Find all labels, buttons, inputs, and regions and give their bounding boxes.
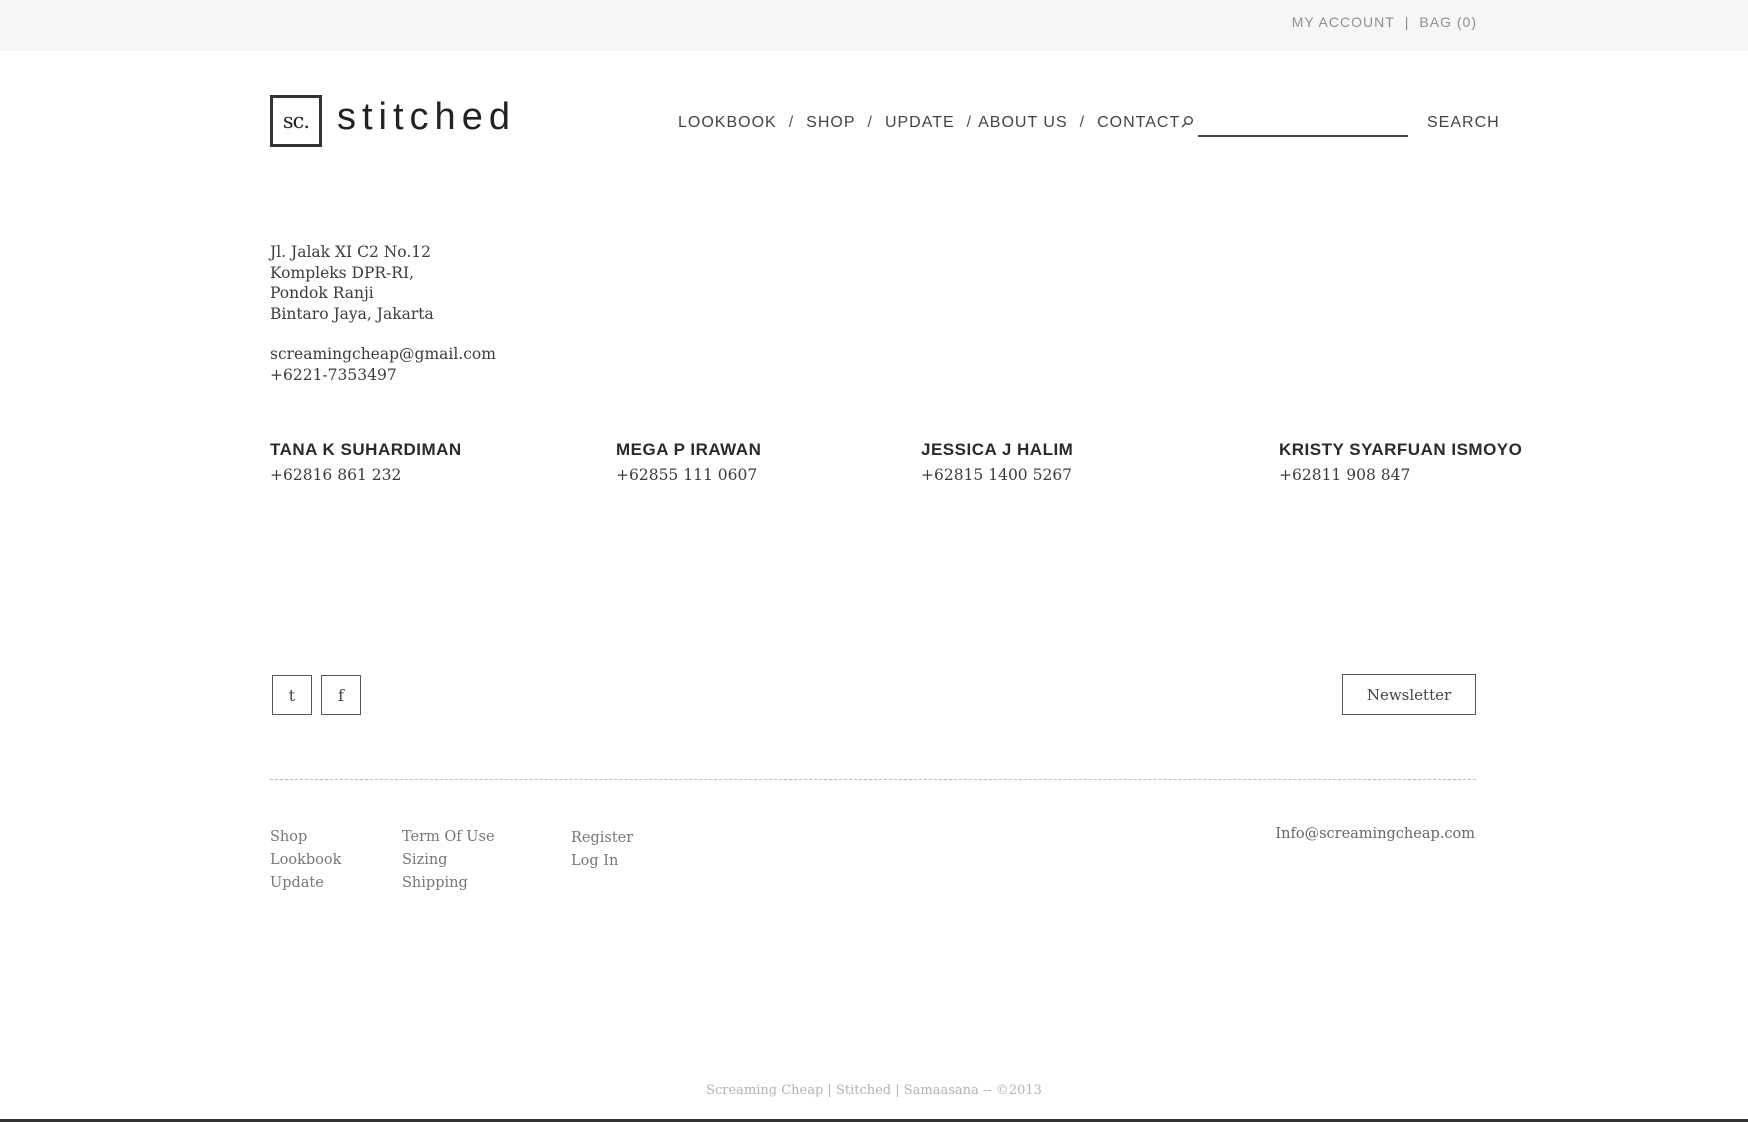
footer-link-sizing[interactable]: Sizing: [402, 849, 495, 872]
footer-divider: [270, 779, 1476, 780]
contact-block: screamingcheap@gmail.com +6221-7353497: [270, 344, 496, 385]
logo-mark-text: sc.: [282, 109, 310, 133]
address-line: Pondok Ranji: [270, 284, 374, 302]
footer-link-shop[interactable]: Shop: [270, 826, 341, 849]
main-nav: LOOKBOOK / SHOP / UPDATE / ABOUT US / CO…: [678, 114, 1180, 132]
footer-column-3: Register Log In: [571, 827, 633, 873]
search-input[interactable]: [1198, 135, 1408, 137]
bag-link[interactable]: BAG (0): [1419, 14, 1477, 30]
search-icon: [1181, 116, 1193, 128]
person-card: JESSICA J HALIM +62815 1400 5267: [921, 440, 1073, 484]
person-name: TANA K SUHARDIMAN: [270, 440, 462, 459]
footer-link-lookbook[interactable]: Lookbook: [270, 849, 341, 872]
copyright: Screaming Cheap | Stitched | Samaasana -…: [706, 1083, 1042, 1098]
person-card: KRISTY SYARFUAN ISMOYO +62811 908 847: [1279, 440, 1522, 484]
address-line: Kompleks DPR-RI,: [270, 263, 415, 282]
account-links: MY ACCOUNT | BAG (0): [1292, 14, 1477, 30]
footer-link-update[interactable]: Update: [270, 872, 341, 895]
person-name: KRISTY SYARFUAN ISMOYO: [1279, 440, 1523, 459]
facebook-button[interactable]: f: [321, 675, 361, 715]
search-button[interactable]: SEARCH: [1427, 114, 1500, 132]
address-line: Bintaro Jaya, Jakarta: [270, 304, 434, 323]
person-name: MEGA P IRAWAN: [616, 440, 762, 459]
footer-column-2: Term Of Use Sizing Shipping: [402, 826, 495, 895]
nav-contact[interactable]: CONTACT: [1097, 114, 1180, 132]
person-card: TANA K SUHARDIMAN +62816 861 232: [270, 440, 462, 484]
contact-email[interactable]: screamingcheap@gmail.com: [270, 344, 496, 365]
person-phone: +62815 1400 5267: [921, 466, 1073, 484]
nav-separator: /: [1079, 114, 1086, 131]
footer-link-terms[interactable]: Term Of Use: [402, 826, 495, 849]
footer-link-shipping[interactable]: Shipping: [402, 872, 495, 895]
person-phone: +62816 861 232: [270, 466, 402, 484]
facebook-icon: f: [338, 685, 344, 705]
footer-link-login[interactable]: Log In: [571, 850, 633, 873]
nav-about-us[interactable]: ABOUT US: [978, 114, 1068, 132]
nav-separator: /: [966, 114, 973, 131]
nav-separator: /: [867, 114, 873, 131]
my-account-link[interactable]: MY ACCOUNT: [1292, 14, 1395, 30]
footer-column-1: Shop Lookbook Update: [270, 826, 341, 895]
twitter-icon: t: [288, 685, 296, 705]
footer-link-register[interactable]: Register: [571, 827, 633, 850]
address-line: Jl. Jalak XI C2 No.12: [270, 243, 432, 261]
nav-lookbook[interactable]: LOOKBOOK: [678, 114, 777, 132]
person-name: JESSICA J HALIM: [921, 440, 1074, 459]
nav-shop[interactable]: SHOP: [806, 114, 855, 132]
nav-update[interactable]: UPDATE: [885, 114, 955, 132]
person-phone: +62811 908 847: [1279, 466, 1411, 484]
contact-phone: +6221-7353497: [270, 365, 397, 384]
footer-email-link[interactable]: Info@screamingcheap.com: [1275, 826, 1475, 842]
newsletter-button[interactable]: Newsletter: [1342, 674, 1476, 715]
person-card: MEGA P IRAWAN +62855 111 0607: [616, 440, 761, 484]
logo-mark[interactable]: sc.: [270, 95, 322, 147]
person-phone: +62855 111 0607: [616, 466, 758, 484]
top-divider: |: [1404, 14, 1410, 30]
twitter-button[interactable]: t: [272, 675, 312, 715]
logo-wordmark[interactable]: stitched: [337, 96, 516, 139]
nav-separator: /: [788, 114, 795, 131]
top-bar: MY ACCOUNT | BAG (0): [0, 0, 1748, 51]
address-block: Jl. Jalak XI C2 No.12 Kompleks DPR-RI, P…: [270, 242, 434, 324]
